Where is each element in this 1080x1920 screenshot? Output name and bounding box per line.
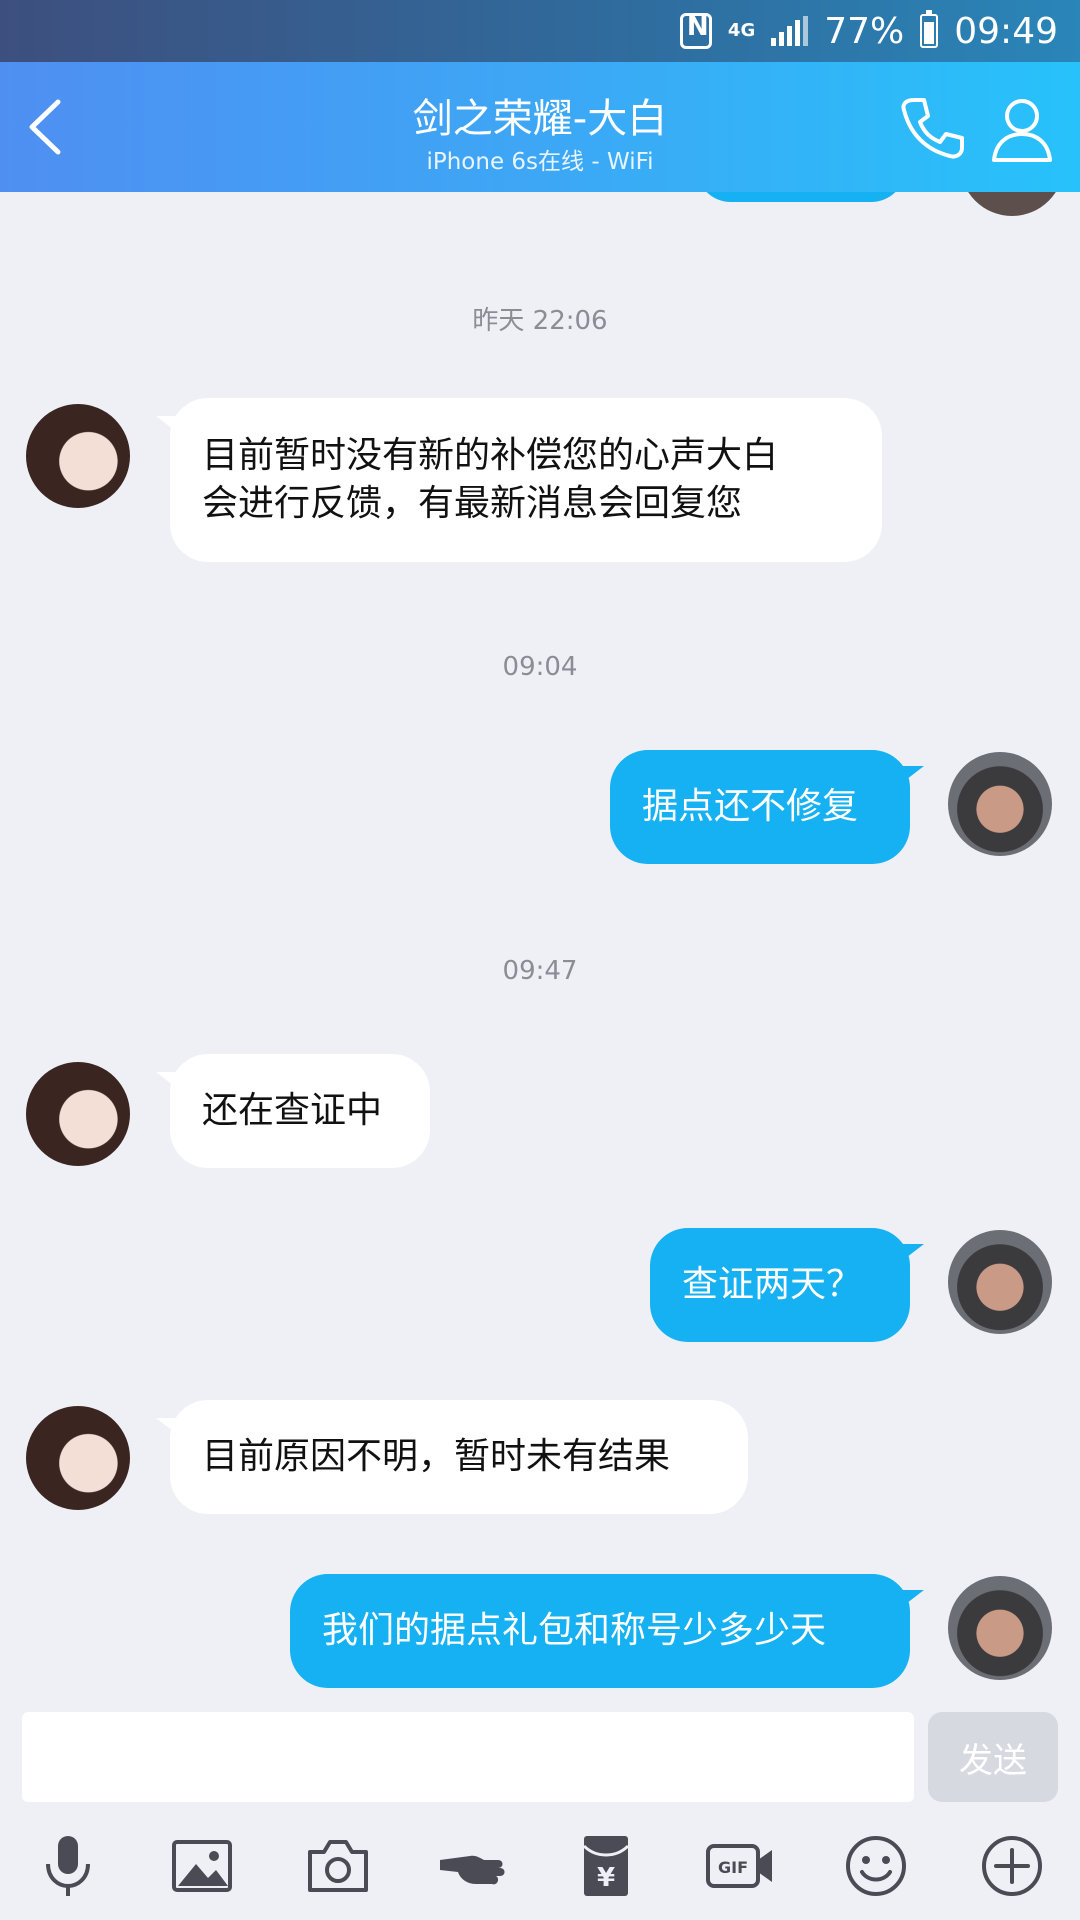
timestamp: 昨天 22:06 [472, 306, 608, 336]
outgoing-message[interactable]: 查证两天？ [650, 1228, 910, 1342]
svg-text:GIF: GIF [718, 1858, 748, 1877]
microphone-icon[interactable] [32, 1830, 104, 1902]
chat-header: 剑之荣耀-大白 iPhone 6s在线 - WiFi [0, 62, 1080, 192]
incoming-message[interactable]: 目前原因不明，暂时未有结果 [170, 1400, 748, 1514]
status-bar: 4G 77% 09:49 [0, 0, 1080, 62]
incoming-message[interactable]: 还在查证中 [170, 1054, 430, 1168]
contact-avatar[interactable] [26, 1406, 130, 1510]
profile-icon[interactable] [984, 90, 1060, 166]
message-input[interactable] [22, 1712, 914, 1802]
svg-text:¥: ¥ [597, 1863, 615, 1893]
message-list[interactable]: 昨天 22:06 目前暂时没有新的补偿您的心声大白 会进行反馈，有最新消息会回复… [0, 192, 1080, 1712]
outgoing-message[interactable]: 据点还不修复 [610, 750, 910, 864]
clock: 09:49 [954, 10, 1058, 52]
add-icon[interactable] [976, 1830, 1048, 1902]
send-button[interactable]: 发送 [928, 1712, 1058, 1802]
message-text: 我们的据点礼包和称号少多少天 [322, 1610, 827, 1651]
message-bubble-partial [696, 192, 906, 202]
red-packet-icon[interactable]: ¥ [570, 1830, 642, 1902]
message-text-line: 会进行反馈，有最新消息会回复您 [202, 483, 743, 524]
message-text: 查证两天？ [682, 1264, 863, 1305]
message-text: 目前原因不明，暂时未有结果 [202, 1436, 671, 1477]
contact-avatar[interactable] [26, 1062, 130, 1166]
phone-icon[interactable] [894, 90, 970, 166]
user-avatar[interactable] [948, 752, 1052, 856]
pointing-hand-icon[interactable] [436, 1830, 508, 1902]
battery-percent: 77% [824, 10, 905, 52]
message-text-line: 目前暂时没有新的补偿您的心声大白 [202, 435, 779, 476]
image-icon[interactable] [166, 1830, 238, 1902]
nfc-icon [679, 12, 712, 49]
avatar [960, 192, 1064, 216]
user-avatar[interactable] [948, 1576, 1052, 1680]
contact-avatar[interactable] [26, 404, 130, 508]
camera-icon[interactable] [302, 1830, 374, 1902]
composer-toolbar: ¥ GIF [0, 1808, 1080, 1920]
user-avatar[interactable] [948, 1230, 1052, 1334]
status-icons: 4G 77% 09:49 [679, 0, 1058, 62]
message-text: 据点还不修复 [642, 786, 859, 827]
outgoing-message[interactable]: 我们的据点礼包和称号少多少天 [290, 1574, 910, 1688]
incoming-message[interactable]: 目前暂时没有新的补偿您的心声大白 会进行反馈，有最新消息会回复您 [170, 398, 882, 562]
timestamp: 09:47 [502, 956, 578, 986]
emoji-icon[interactable] [840, 1830, 912, 1902]
message-text: 还在查证中 [202, 1090, 383, 1131]
battery-icon [920, 10, 939, 48]
composer: 发送 [0, 1712, 1080, 1808]
signal-icon [771, 16, 809, 46]
network-type: 4G [727, 20, 756, 41]
timestamp: 09:04 [502, 652, 578, 682]
gif-icon[interactable]: GIF [704, 1830, 776, 1902]
